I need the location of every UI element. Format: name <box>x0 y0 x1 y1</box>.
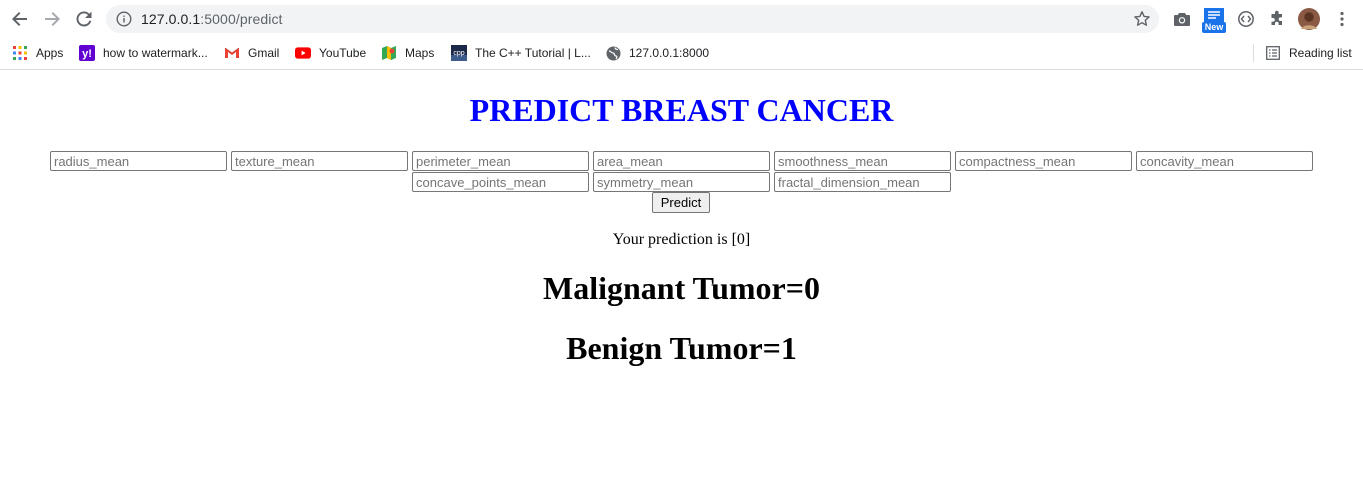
globe-icon <box>605 45 621 61</box>
apps-grid-icon <box>12 45 28 61</box>
bookmark-star-icon[interactable] <box>1133 10 1151 28</box>
browser-toolbar: 127.0.0.1:5000/predict New <box>0 0 1363 38</box>
malignant-label: Malignant Tumor=0 <box>543 270 820 306</box>
bookmark-cpp-tutorial[interactable]: cpp The C++ Tutorial | L... <box>451 43 591 63</box>
bookmarks-divider <box>1253 44 1254 62</box>
perimeter-mean-input[interactable] <box>412 151 589 171</box>
benign-label: Benign Tumor=1 <box>566 330 797 366</box>
url-path: :5000/predict <box>200 11 283 27</box>
reading-list-label: Reading list <box>1289 46 1352 60</box>
avatar <box>1298 8 1320 30</box>
reading-list-icon <box>1265 45 1281 61</box>
code-extension[interactable] <box>1235 8 1257 30</box>
camera-extension[interactable] <box>1171 8 1193 30</box>
forward-button[interactable] <box>40 7 64 31</box>
url-text[interactable]: 127.0.0.1:5000/predict <box>141 11 283 27</box>
bookmark-youtube[interactable]: YouTube <box>295 43 366 63</box>
prediction-result: Your prediction is [0] <box>612 231 751 248</box>
youtube-icon <box>295 45 311 61</box>
fractal-dimension-mean-input[interactable] <box>774 172 951 192</box>
radius-mean-input[interactable] <box>50 151 227 171</box>
bookmark-label: The C++ Tutorial | L... <box>475 46 591 60</box>
new-extension[interactable]: New <box>1202 6 1226 34</box>
url-host: 127.0.0.1 <box>141 11 201 27</box>
symmetry-mean-input[interactable] <box>593 172 770 192</box>
extensions-button[interactable] <box>1266 8 1288 30</box>
bookmark-localhost-8000[interactable]: 127.0.0.1:8000 <box>605 43 709 63</box>
chrome-menu-button[interactable] <box>1331 8 1353 30</box>
yahoo-icon: y! <box>79 45 95 61</box>
texture-mean-input[interactable] <box>231 151 408 171</box>
smoothness-mean-input[interactable] <box>774 151 951 171</box>
camera-icon <box>1174 13 1190 26</box>
area-mean-input[interactable] <box>593 151 770 171</box>
bookmark-apps[interactable]: Apps <box>12 43 63 63</box>
svg-text:cpp: cpp <box>453 50 464 57</box>
maps-icon <box>381 45 397 61</box>
code-brackets-icon <box>1238 11 1254 27</box>
bookmark-label: YouTube <box>319 46 367 60</box>
predict-button[interactable]: Predict <box>652 192 710 213</box>
more-vertical-icon <box>1340 11 1344 27</box>
bookmark-watermark[interactable]: y! how to watermark... <box>79 43 208 63</box>
bookmark-label: Gmail <box>248 46 280 60</box>
cpp-icon: cpp <box>451 45 467 61</box>
site-info-icon[interactable] <box>116 11 132 27</box>
back-button[interactable] <box>8 7 32 31</box>
reload-button[interactable] <box>72 7 96 31</box>
profile-avatar-button[interactable] <box>1298 8 1320 30</box>
forward-arrow-icon <box>45 12 60 26</box>
reload-icon <box>76 11 92 27</box>
bookmark-label: 127.0.0.1:8000 <box>629 46 710 60</box>
concave-points-mean-input[interactable] <box>412 172 589 192</box>
svg-text:y!: y! <box>82 48 92 60</box>
bookmark-maps[interactable]: Maps <box>381 43 434 63</box>
gmail-icon <box>224 45 240 61</box>
back-arrow-icon <box>12 12 27 26</box>
bookmarks-bar: Apps y! how to watermark... Gmail YouTub… <box>0 38 1363 70</box>
page-title: PREDICT BREAST CANCER <box>469 92 894 128</box>
reading-list-button[interactable]: Reading list <box>1265 43 1352 63</box>
new-badge: New <box>1204 22 1224 32</box>
bookmark-label: Apps <box>36 46 64 60</box>
bookmark-gmail[interactable]: Gmail <box>224 43 279 63</box>
bookmark-label: how to watermark... <box>103 46 208 60</box>
bookmark-label: Maps <box>405 46 435 60</box>
address-bar[interactable]: 127.0.0.1:5000/predict <box>106 5 1159 33</box>
concavity-mean-input[interactable] <box>1136 151 1313 171</box>
compactness-mean-input[interactable] <box>955 151 1132 171</box>
page-content: PREDICT BREAST CANCER Predict Your predi… <box>0 70 1363 487</box>
puzzle-piece-icon <box>1271 10 1282 25</box>
